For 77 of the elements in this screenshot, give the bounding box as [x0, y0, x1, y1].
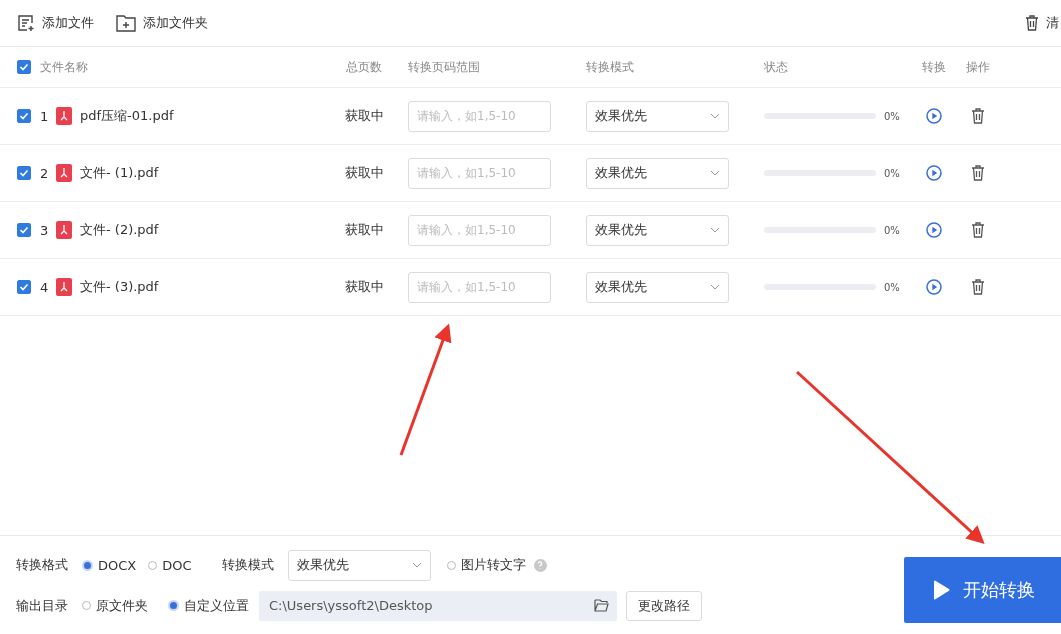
folder-icon[interactable] — [594, 599, 609, 612]
row-number: 4 — [40, 279, 50, 295]
delete-icon[interactable] — [971, 108, 985, 124]
column-header: 转换模式 — [586, 59, 634, 74]
row-number: 3 — [40, 222, 50, 238]
play-icon[interactable] — [926, 279, 942, 295]
column-header: 文件名称 — [40, 58, 88, 76]
checkmark-icon — [19, 62, 29, 72]
file-name: 文件- (1).pdf — [80, 164, 159, 182]
chevron-down-icon — [710, 170, 720, 176]
mode-dropdown[interactable]: 效果优先 — [287, 549, 431, 581]
column-header: 状态 — [764, 58, 788, 76]
select-all-checkbox[interactable] — [17, 60, 31, 74]
format-radio[interactable]: DOCX — [82, 557, 137, 573]
row-number: 2 — [40, 165, 50, 181]
page-range-field[interactable]: 请输入，如1,5-10 — [408, 100, 551, 132]
output-radio[interactable]: 自定义位置 — [168, 596, 249, 615]
progress-percent: 0% — [884, 224, 900, 236]
column-header: 转换页码范围 — [408, 59, 480, 74]
chevron-down-icon — [710, 113, 720, 119]
play-icon[interactable] — [926, 108, 942, 124]
mode-dropdown[interactable]: 效果优先 — [586, 214, 729, 246]
checkmark-icon — [19, 225, 29, 235]
progress-percent: 0% — [884, 167, 900, 179]
ocr-checkbox[interactable]: 图片转文字 — [446, 556, 526, 574]
delete-icon[interactable] — [971, 279, 985, 295]
pdf-file-icon — [56, 107, 72, 125]
mode-label: 转换模式 — [221, 556, 274, 574]
file-name: pdf压缩-01.pdf — [80, 107, 174, 125]
column-header: 转换 — [922, 58, 946, 76]
folder-plus-icon — [116, 15, 136, 32]
mode-dropdown[interactable]: 效果优先 — [586, 271, 729, 303]
page-count: 获取中 — [344, 164, 384, 182]
file-name: 文件- (2).pdf — [80, 221, 159, 239]
row-checkbox[interactable] — [17, 223, 31, 237]
checkmark-icon — [19, 168, 29, 178]
column-header: 操作 — [966, 58, 990, 76]
format-label: 转换格式 — [16, 556, 68, 574]
chevron-down-icon — [411, 562, 422, 568]
chevron-down-icon — [710, 284, 720, 290]
delete-icon[interactable] — [971, 222, 985, 238]
page-range-field[interactable]: 请输入，如1,5-10 — [408, 271, 551, 303]
chevron-down-icon — [710, 227, 720, 233]
file-name: 文件- (3).pdf — [80, 278, 159, 296]
mode-dropdown[interactable]: 效果优先 — [586, 100, 729, 132]
progress-percent: 0% — [884, 281, 900, 293]
page-count: 获取中 — [344, 107, 384, 125]
progress-percent: 0% — [884, 110, 900, 122]
output-path-field[interactable]: C:\Users\yssoft2\Desktop — [259, 590, 617, 621]
trash-icon — [1025, 15, 1039, 31]
add-file-icon — [18, 15, 35, 32]
row-number: 1 — [40, 108, 50, 124]
pdf-file-icon — [56, 278, 72, 296]
pdf-file-icon — [56, 221, 72, 239]
page-range-field[interactable]: 请输入，如1,5-10 — [408, 157, 551, 189]
page-count: 获取中 — [344, 278, 384, 296]
change-path-button[interactable]: 更改路径 — [626, 590, 702, 621]
play-icon[interactable] — [926, 165, 942, 181]
column-header: 总页数 — [346, 58, 382, 76]
row-checkbox[interactable] — [17, 166, 31, 180]
play-icon[interactable] — [926, 222, 942, 238]
row-checkbox[interactable] — [17, 109, 31, 123]
delete-icon[interactable] — [971, 165, 985, 181]
page-count: 获取中 — [344, 221, 384, 239]
output-label: 输出目录 — [16, 596, 68, 615]
start-convert-button[interactable]: 开始转换 — [904, 557, 1061, 623]
pdf-file-icon — [56, 164, 72, 182]
mode-dropdown[interactable]: 效果优先 — [586, 157, 729, 189]
format-radio[interactable]: DOC — [148, 557, 192, 573]
checkmark-icon — [19, 111, 29, 121]
checkmark-icon — [19, 282, 29, 292]
page-range-field[interactable]: 请输入，如1,5-10 — [408, 214, 551, 246]
add-folder-button[interactable]: 添加文件夹 — [116, 14, 208, 32]
add-file-button[interactable]: 添加文件 — [17, 14, 94, 32]
row-checkbox[interactable] — [17, 280, 31, 294]
clear-button[interactable]: 清 — [1025, 14, 1059, 32]
output-radio[interactable]: 原文件夹 — [82, 596, 148, 615]
